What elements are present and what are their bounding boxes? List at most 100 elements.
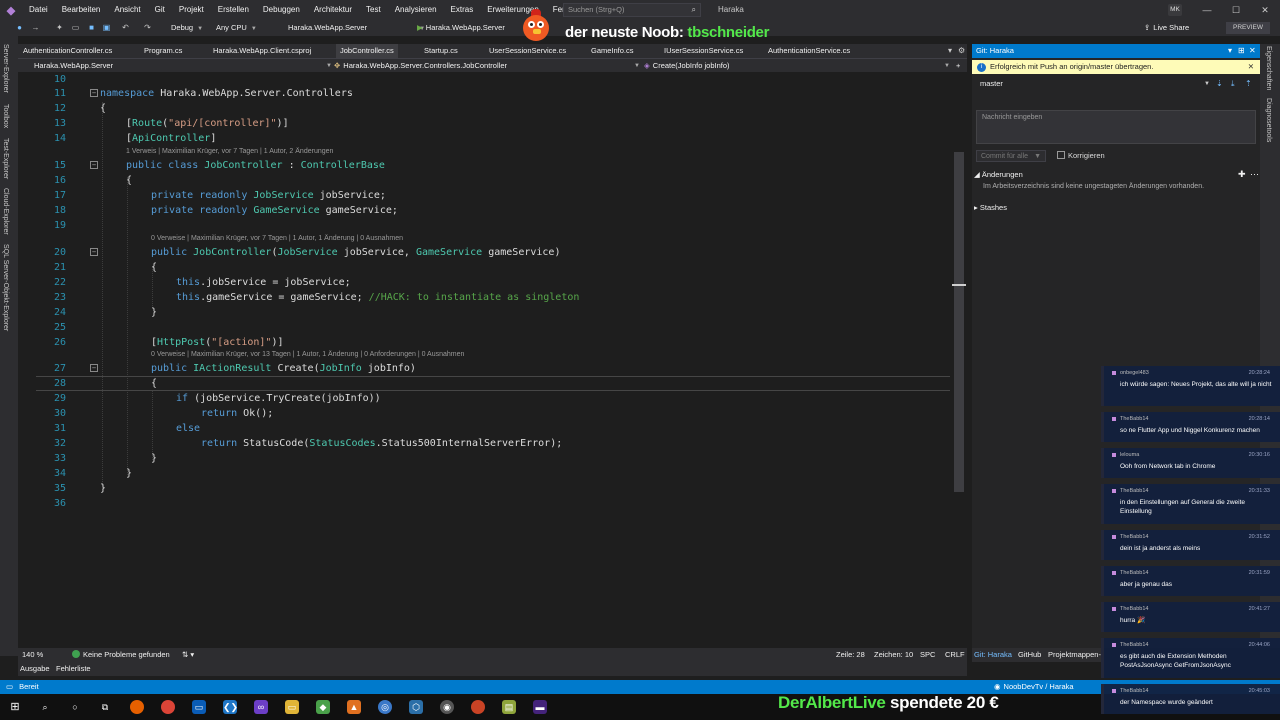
windows-start-icon[interactable]: ⊞ <box>8 700 22 714</box>
editor-scrollbar[interactable] <box>950 72 967 648</box>
forward-icon[interactable]: → <box>30 22 41 33</box>
nav-project-dropdown[interactable]: Haraka.WebApp.Server ▼ <box>34 60 334 72</box>
tab-output[interactable]: Ausgabe <box>20 662 50 676</box>
back-icon[interactable]: ● <box>14 22 25 33</box>
codelens-create[interactable]: 0 Verweise | Maximilian Krüger, vor 13 T… <box>151 350 464 360</box>
vscode-icon[interactable]: ❮❯ <box>223 700 238 714</box>
tab-git-haraka[interactable]: Git: Haraka <box>974 648 1012 662</box>
live-share-button[interactable]: ⇪ Live Share <box>1144 22 1189 34</box>
problems-indicator[interactable]: Keine Probleme gefunden <box>72 648 170 662</box>
tab-authenticationcontroller[interactable]: AuthenticationController.cs <box>23 44 112 58</box>
undo-icon[interactable]: ↶ <box>120 22 131 33</box>
pull-icon[interactable]: ⤓ <box>1231 79 1235 89</box>
explorer-icon[interactable]: ▭ <box>285 700 299 714</box>
tab-github[interactable]: GitHub <box>1018 648 1041 662</box>
collapse-icon[interactable]: − <box>90 89 98 97</box>
tool-tab-diagnostics[interactable]: Diagnosetools <box>1265 98 1272 142</box>
menu-item-test[interactable]: Test <box>359 0 388 20</box>
network-icon[interactable]: ◎ <box>378 700 392 714</box>
preview-badge[interactable]: PREVIEW <box>1226 22 1270 34</box>
open-folder-icon[interactable]: ▭ <box>70 22 81 33</box>
scrollbar-thumb[interactable] <box>954 152 964 492</box>
edge-icon[interactable]: ▭ <box>192 700 206 714</box>
chrome-icon[interactable] <box>161 700 175 714</box>
visual-studio-taskbar-icon[interactable]: ∞ <box>254 700 268 714</box>
tool-tab-cloud-explorer[interactable]: Cloud-Explorer <box>2 188 9 235</box>
tool-tab-test-explorer[interactable]: Test-Explorer <box>2 138 9 179</box>
commit-message-input[interactable]: Nachricht eingeben <box>976 110 1256 144</box>
notepad-icon[interactable]: ▤ <box>502 700 516 714</box>
collapse-icon[interactable]: − <box>90 248 98 256</box>
git-filter-icon[interactable]: ⇅ ▾ <box>182 648 194 662</box>
github-desktop-icon[interactable]: ⬡ <box>409 700 423 714</box>
push-icon[interactable]: ⇡ <box>1245 79 1252 88</box>
panel-menu-icon[interactable]: ▾ <box>1228 44 1232 58</box>
menu-item-extras[interactable]: Extras <box>444 0 481 20</box>
task-view-icon[interactable]: ⧉ <box>98 700 112 714</box>
startup-project-dropdown[interactable]: Haraka.WebApp.Server ▼ <box>288 22 425 34</box>
tool-tab-properties[interactable]: Eigenschaften <box>1265 46 1272 90</box>
avatar[interactable]: MK <box>1168 4 1182 16</box>
codelens-class[interactable]: 1 Verweis | Maximilian Krüger, vor 7 Tag… <box>126 147 333 157</box>
zoom-level[interactable]: 140 % <box>22 648 43 662</box>
code-editor[interactable]: 10 11− namespace Haraka.WebApp.Server.Con… <box>36 72 950 648</box>
nav-type-dropdown[interactable]: ✥ Haraka.WebApp.Server.Controllers.JobCon… <box>334 60 654 72</box>
minimize-icon[interactable]: — <box>1196 0 1218 20</box>
codelens-ctor[interactable]: 0 Verweise | Maximilian Krüger, vor 7 Ta… <box>151 234 403 244</box>
tab-solution-explorer[interactable]: Projektmappen- <box>1048 648 1101 662</box>
menu-item-datei[interactable]: Datei <box>22 0 55 20</box>
menu-item-analysieren[interactable]: Analysieren <box>388 0 444 20</box>
pin-icon[interactable]: ⊞ <box>1238 44 1245 58</box>
stage-all-icon[interactable]: ✚ <box>1238 169 1246 180</box>
redo-icon[interactable]: ↷ <box>142 22 153 33</box>
tool-tab-toolbox[interactable]: Toolbox <box>2 104 9 128</box>
cortana-icon[interactable]: ○ <box>68 700 82 714</box>
commit-all-button[interactable]: Commit für alle ▼ <box>976 150 1046 162</box>
tab-program[interactable]: Program.cs <box>144 44 182 58</box>
settings-icon[interactable]: ⚙ <box>958 44 965 58</box>
tool-tab-sql-explorer[interactable]: SQL Server-Objekt-Explorer <box>2 244 9 331</box>
menu-item-git[interactable]: Git <box>148 0 172 20</box>
save-all-icon[interactable]: ▣ <box>101 22 112 33</box>
tab-iusersessionservice[interactable]: IUserSessionService.cs <box>664 44 743 58</box>
fetch-icon[interactable]: ⇣ <box>1216 79 1223 88</box>
app-icon[interactable]: ◆ <box>316 700 330 714</box>
firefox-icon[interactable] <box>130 700 144 714</box>
changes-section[interactable]: ◢ Änderungen <box>974 170 1023 179</box>
info-close-icon[interactable]: ✕ <box>1248 60 1254 74</box>
obs-icon[interactable]: ◉ <box>440 700 454 714</box>
whitespace-indicator[interactable]: SPC <box>920 648 935 662</box>
platform-dropdown[interactable]: Any CPU ▼ <box>216 22 257 34</box>
run-button[interactable]: ▶ Haraka.WebApp.Server <box>417 22 505 34</box>
menu-item-bearbeiten[interactable]: Bearbeiten <box>55 0 108 20</box>
collapse-icon[interactable]: − <box>90 161 98 169</box>
config-dropdown[interactable]: Debug ▼ <box>171 22 203 34</box>
red-app-icon[interactable] <box>471 700 485 714</box>
menu-item-architektur[interactable]: Architektur <box>307 0 359 20</box>
menu-item-erstellen[interactable]: Erstellen <box>211 0 256 20</box>
branch-dropdown[interactable]: master ▼ <box>976 78 1212 90</box>
nav-member-dropdown[interactable]: ◈ Create(JobInfo jobInfo) ▼ <box>644 60 954 72</box>
tab-error-list[interactable]: Fehlerliste <box>56 662 91 676</box>
menu-item-projekt[interactable]: Projekt <box>172 0 211 20</box>
repo-indicator[interactable]: ◉ NoobDevTv / Haraka <box>994 680 1074 694</box>
more-icon[interactable]: ⋯ <box>1250 169 1259 180</box>
tab-startup[interactable]: Startup.cs <box>424 44 458 58</box>
new-item-icon[interactable]: ✦ <box>54 22 65 33</box>
stashes-section[interactable]: ▸ Stashes <box>974 203 1007 212</box>
tab-list-icon[interactable]: ▾ <box>948 44 952 58</box>
collapse-icon[interactable]: − <box>90 364 98 372</box>
save-icon[interactable]: ■ <box>86 22 97 33</box>
panel-close-icon[interactable]: ✕ <box>1249 44 1256 58</box>
tab-client-csproj[interactable]: Haraka.WebApp.Client.csproj <box>213 44 311 58</box>
search-taskbar-icon[interactable]: ⌕ <box>38 700 52 714</box>
menu-item-debuggen[interactable]: Debuggen <box>256 0 307 20</box>
line-ending-indicator[interactable]: CRLF <box>945 648 965 662</box>
maximize-icon[interactable]: ☐ <box>1225 0 1247 20</box>
split-icon[interactable]: + <box>956 60 960 72</box>
tab-usersessionservice[interactable]: UserSessionService.cs <box>489 44 566 58</box>
tab-jobcontroller[interactable]: JobController.cs <box>336 44 398 58</box>
search-input[interactable]: Suchen (Strg+Q) ⌕ <box>563 3 701 17</box>
vlc-icon[interactable]: ▲ <box>347 700 361 714</box>
amend-checkbox[interactable]: Korrigieren <box>1057 150 1105 162</box>
